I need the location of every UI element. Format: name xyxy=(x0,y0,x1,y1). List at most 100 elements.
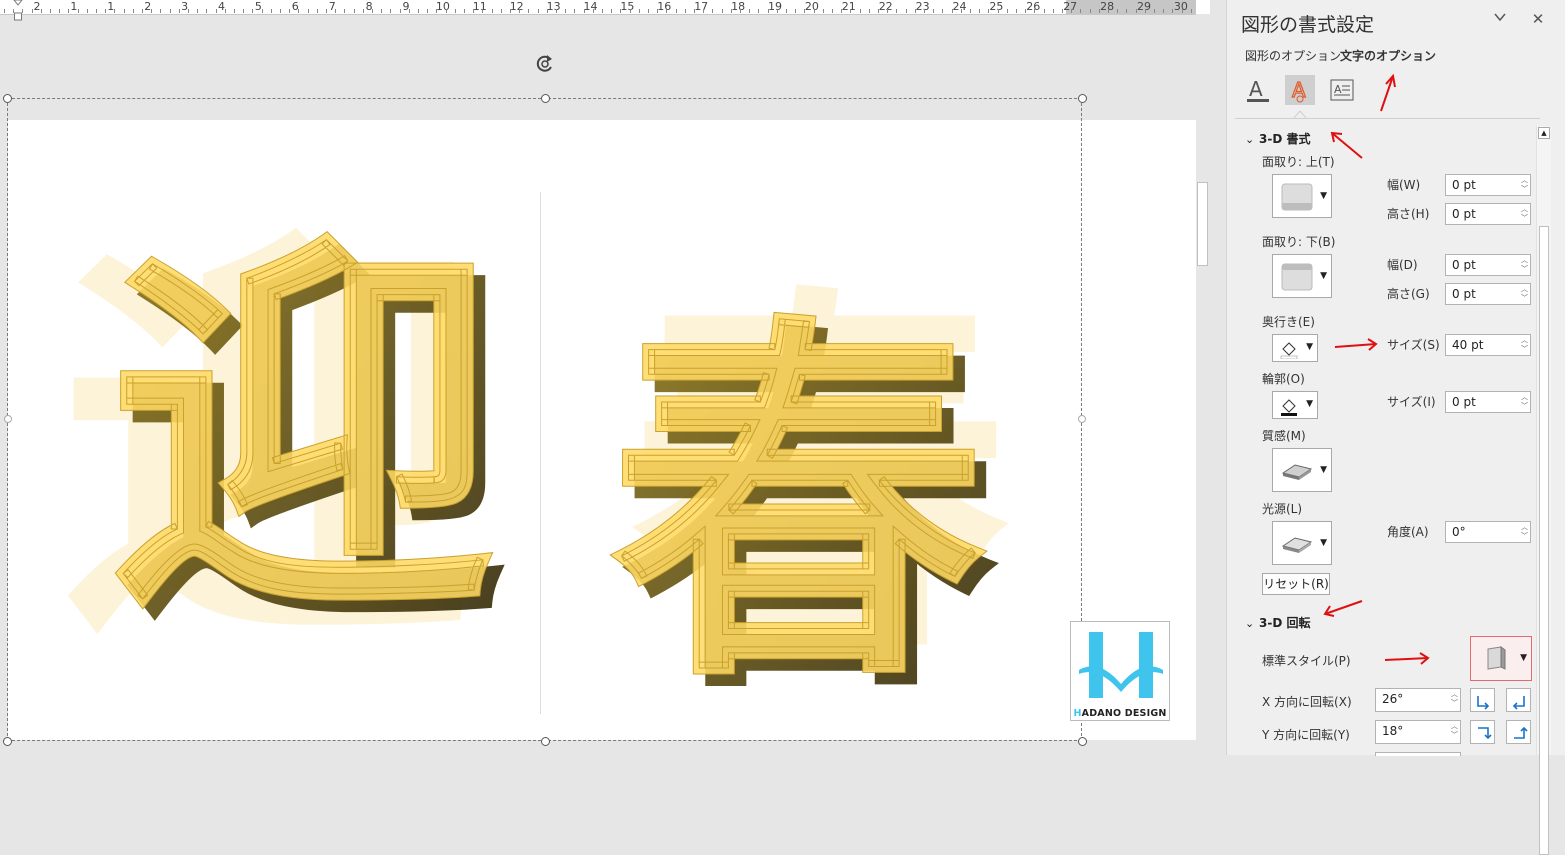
bevel-top-height-field[interactable]: 0 pt ︿ ﹀ xyxy=(1445,203,1531,225)
tab-text-options[interactable]: 文字のオプション xyxy=(1340,47,1436,64)
bevel-bottom-gallery[interactable]: ▼ xyxy=(1272,254,1332,298)
contour-size-field[interactable]: 0 pt ︿ ﹀ xyxy=(1445,391,1531,413)
spinner-arrows-icon[interactable]: ︿ ﹀ xyxy=(1521,336,1528,354)
section-3d-format[interactable]: ⌄ 3-D 書式 xyxy=(1245,130,1310,147)
pane-scrollbar[interactable]: ▲ xyxy=(1536,126,1551,855)
x-rotation-value: 26° xyxy=(1382,692,1404,706)
material-label: 質感(M) xyxy=(1262,429,1306,443)
depth-size-label: サイズ(S) xyxy=(1387,338,1440,352)
ruler-tick xyxy=(77,9,79,13)
bevel-bottom-height-label: 高さ(G) xyxy=(1387,287,1430,301)
material-preview-icon xyxy=(1281,464,1313,480)
bevel-bottom-height-value: 0 pt xyxy=(1452,287,1476,301)
depth-color-button[interactable]: ▼ xyxy=(1272,334,1318,362)
pane-options-button[interactable] xyxy=(1489,8,1511,30)
rotate-right-icon xyxy=(1512,696,1525,710)
resize-handle-tr[interactable] xyxy=(1078,94,1087,103)
ruler-tick xyxy=(970,9,971,13)
ruler-tick xyxy=(114,9,116,13)
resize-handle-tl[interactable] xyxy=(3,94,12,103)
rotate-handle-icon[interactable] xyxy=(533,52,557,76)
text-effects-button[interactable]: A xyxy=(1285,75,1315,105)
bevel-preview-icon xyxy=(1281,183,1313,211)
ruler-indent-marker-icon[interactable] xyxy=(13,0,23,22)
rotation-preset-gallery[interactable]: ▼ xyxy=(1470,636,1532,681)
bevel-top-width-field[interactable]: 0 pt ︿ ﹀ xyxy=(1445,174,1531,196)
resize-handle-bl[interactable] xyxy=(3,737,12,746)
chevron-down-icon xyxy=(1494,13,1506,22)
ruler-tick xyxy=(454,9,456,13)
ruler-tick xyxy=(1163,9,1165,13)
resize-handle-tc[interactable] xyxy=(541,94,550,103)
resize-handle-mr[interactable] xyxy=(1078,415,1086,423)
ruler-tick xyxy=(767,9,769,13)
rotate-left-button[interactable] xyxy=(1470,688,1495,712)
depth-size-field[interactable]: 40 pt ︿ ﹀ xyxy=(1445,334,1531,356)
y-rotation-label: Y 方向に回転(Y) xyxy=(1262,728,1350,742)
vertical-scrollbar[interactable] xyxy=(1196,14,1210,755)
spinner-arrows-icon[interactable]: ︿ ﹀ xyxy=(1521,256,1528,274)
x-rotation-label: X 方向に回転(X) xyxy=(1262,695,1352,709)
ruler-tick xyxy=(178,9,180,13)
ruler-number: 24 xyxy=(952,0,967,13)
pane-close-button[interactable]: ✕ xyxy=(1527,8,1549,30)
lighting-gallery[interactable]: ▼ xyxy=(1272,521,1332,565)
ruler-tick xyxy=(1062,9,1063,13)
ruler-tick xyxy=(362,9,364,13)
ruler-tick xyxy=(887,9,889,13)
scroll-thumb[interactable] xyxy=(1197,182,1208,266)
rotate-right-button[interactable] xyxy=(1506,688,1531,712)
ruler-number: 14 xyxy=(583,0,598,13)
text-fill-outline-button[interactable]: A xyxy=(1243,75,1273,105)
ruler-tick xyxy=(381,9,383,13)
dropdown-arrow-icon: ▼ xyxy=(1306,342,1313,352)
depth-label: 奥行き(E) xyxy=(1262,315,1315,329)
spinner-arrows-icon[interactable]: ︿ ﹀ xyxy=(1521,176,1528,194)
ruler-tick xyxy=(896,9,898,13)
ruler-tick xyxy=(464,9,465,13)
horizontal-ruler[interactable]: 2 1 1 2 3 4 5 6 7 8 9 10 11 12 13 14 15 16 17 18 19 20 21 22 23 2… xyxy=(0,0,1210,21)
tab-shape-options[interactable]: 図形のオプション xyxy=(1245,47,1341,64)
resize-handle-ml[interactable] xyxy=(4,415,12,423)
spinner-arrows-icon[interactable]: ︿ ﹀ xyxy=(1521,523,1528,541)
svg-text:A: A xyxy=(1292,78,1306,102)
ruler-tick xyxy=(1135,9,1137,13)
rotate-up-button[interactable] xyxy=(1470,720,1495,744)
bevel-bottom-width-field[interactable]: 0 pt ︿ ﹀ xyxy=(1445,254,1531,276)
spinner-arrows-icon[interactable]: ︿ ﹀ xyxy=(1521,285,1528,303)
resize-handle-br[interactable] xyxy=(1078,737,1087,746)
reset-button[interactable]: リセット(R) xyxy=(1262,573,1330,595)
ruler-tick xyxy=(316,9,318,13)
ruler-tick xyxy=(942,9,944,13)
angle-field[interactable]: 0° ︿ ﹀ xyxy=(1445,521,1531,543)
ruler-tick xyxy=(1034,9,1036,13)
ruler-tick xyxy=(960,9,962,13)
scroll-up-button[interactable]: ▲ xyxy=(1538,127,1550,139)
spinner-arrows-icon[interactable]: ︿ ﹀ xyxy=(1521,393,1528,411)
contour-color-button[interactable]: ▼ xyxy=(1272,391,1318,419)
bevel-bottom-height-field[interactable]: 0 pt ︿ ﹀ xyxy=(1445,283,1531,305)
ruler-tick xyxy=(224,9,226,13)
spinner-arrows-icon[interactable]: ︿ ﹀ xyxy=(1451,722,1458,740)
x-rotation-field[interactable]: 26° ︿ ﹀ xyxy=(1375,688,1461,712)
bevel-top-gallery[interactable]: ▼ xyxy=(1272,174,1332,218)
section-3d-format-label: 3-D 書式 xyxy=(1259,132,1311,146)
material-gallery[interactable]: ▼ xyxy=(1272,448,1332,492)
rotate-down-button[interactable] xyxy=(1506,720,1531,744)
textbox-button[interactable]: A xyxy=(1327,75,1357,105)
chevron-down-icon: ⌄ xyxy=(1245,133,1255,146)
bevel-bottom-width-value: 0 pt xyxy=(1452,258,1476,272)
rotate-up-icon xyxy=(1478,727,1492,740)
ruler-tick xyxy=(261,9,263,13)
spinner-arrows-icon[interactable]: ︿ ﹀ xyxy=(1521,205,1528,223)
pane-scroll-thumb[interactable] xyxy=(1539,226,1549,855)
ruler-tick xyxy=(390,9,392,13)
ruler-number: 19 xyxy=(768,0,782,13)
resize-handle-bc[interactable] xyxy=(541,737,550,746)
section-3d-rotation[interactable]: ⌄ 3-D 回転 xyxy=(1245,614,1310,631)
textbox-icon: A xyxy=(1330,79,1354,101)
logo-wordmark: ADANO DESIGN xyxy=(1081,708,1167,719)
spinner-arrows-icon[interactable]: ︿ ﹀ xyxy=(1451,690,1458,708)
dropdown-arrow-icon: ▼ xyxy=(1320,538,1327,548)
y-rotation-field[interactable]: 18° ︿ ﹀ xyxy=(1375,720,1461,744)
